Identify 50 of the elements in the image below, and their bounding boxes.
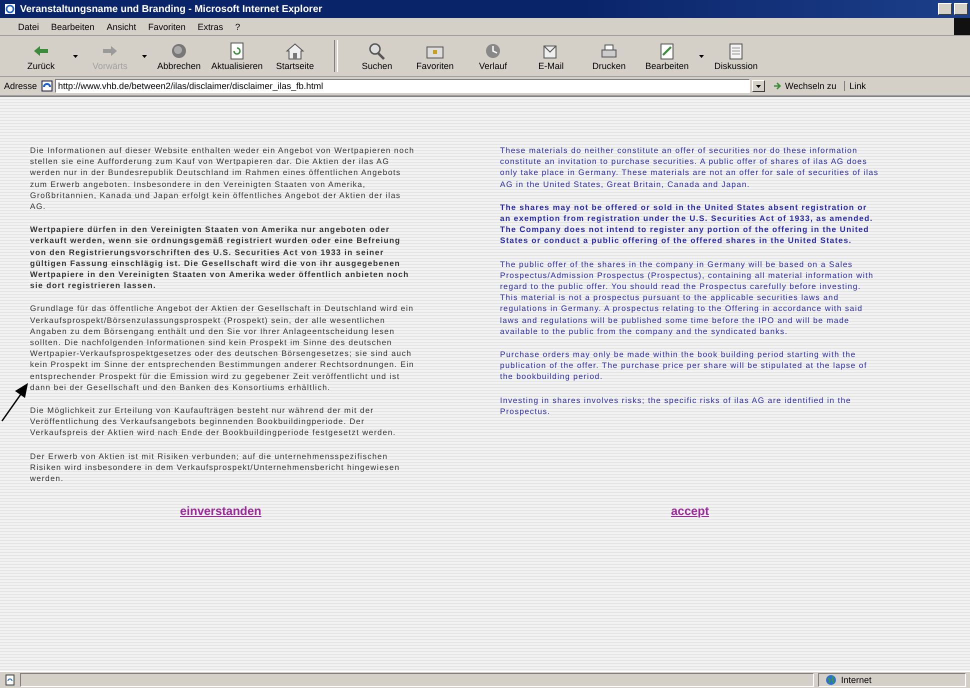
menu-item[interactable]: Ansicht: [106, 22, 136, 32]
paragraph: Wertpapiere dürfen in den Vereinigten Staaten von Amerika nur angeboten oder verkauft werden, wenn sie ordnungsgemäß registriert wurden oder eine Befreiung von den Registrierungsvorschriften des U.S. Securities Act von 1933 in seiner gültigen Fassung einschlägig ist. Die Gesellschaft wird die von ihr ausgegebenen Wertpapiere in den Vereinigten Staaten von Amerika weder öffentlich anbieten noch sie dort registrieren lassen.: [30, 224, 410, 292]
paragraph: Die Möglichkeit zur Erteilung von Kaufaufträgen besteht nur während der mit der Veröffentlichung des Verkaufsangebots beginnenden Bookbuildingperiode. Der Verkaufspreis der Aktien wird nach Ende der Bookbuildingperiode festgesetzt werden.: [30, 405, 397, 439]
toolbar-button[interactable]: Verlauf: [464, 36, 522, 76]
arrow-right-icon: [773, 81, 784, 91]
globe-icon: [825, 674, 837, 686]
toolbar-button[interactable]: E-Mail: [522, 36, 580, 76]
paragraph: The public offer of the shares in the company in Germany will be based on a Sales Prospectus/Admission Prospectus (Prospectus), containing all material information with regard to the public offer. You should read the Prospectus carefully before investing. This material is not a prospectus pursuant to the applicable securities laws and regulations in Germany. A prospectus relating to the Offering in accordance with said laws and regulations will be published some time before the IPO and will be made available to the public from the company and the syndicated banks.: [500, 258, 875, 338]
page-icon: [4, 674, 16, 686]
caret-icon: [73, 54, 78, 58]
menu-item[interactable]: Favoriten: [148, 22, 186, 32]
agree-link[interactable]: einverstanden: [180, 504, 262, 518]
paragraph: Die Informationen auf dieser Website enthalten weder ein Angebot von Wertpapieren noch stellen sie eine Aufforderung zum Kauf von Wertpapieren dar. Die Aktien der ilas AG werden nur in der Bundesrepublik Deutschland im Rahmen eines öffentlichen Angebots zum Erwerb angeboten. Insbesondere in den Vereinigten Staaten von Amerika, Großbritannien, Kanada und Japan erfolgt kein öffentliches Angebot der Aktien der ilas AG.: [30, 145, 415, 212]
paragraph: Der Erwerb von Aktien ist mit Risiken verbunden; auf die unternehmensspezifischen Risiken wird insbesondere in dem Verkaufsprospekt/Unternehmensbericht hingewiesen werden.: [30, 450, 401, 484]
toolbar-button[interactable]: Drucken: [580, 36, 638, 76]
menu-item[interactable]: ?: [235, 22, 240, 32]
address-label: Adresse: [4, 81, 38, 91]
menu-item[interactable]: Bearbeiten: [51, 22, 95, 32]
caret-icon: [756, 84, 762, 88]
window-title: Veranstaltungsname und Branding - Microsoft Internet Explorer: [20, 4, 324, 14]
caret-icon: [142, 54, 147, 58]
paragraph: Purchase orders may only be made within the book building period starting with the publication of the offer. The purchase price per share will be stipulated at the lapse of the bookbuilding period.: [500, 349, 868, 383]
page-icon: [41, 80, 54, 92]
toolbar-button[interactable]: Bearbeiten: [638, 36, 696, 76]
arrow-annotation: [1, 382, 29, 422]
toolbar-button[interactable]: Suchen: [348, 36, 406, 76]
go-button[interactable]: Wechseln zu: [769, 81, 840, 91]
browser-icon: [4, 3, 16, 15]
paragraph: These materials do neither constitute an offer of securities nor do these information constitute an invitation to purchase securities. A public offer of shares of ilas AG does only take place in Germany. These materials are not an offer for sale of securities of ilas AG in the United States, Great Britain, Canada and Japan.: [500, 145, 880, 190]
paragraph: The shares may not be offered or sold in the United States absent registration or an exemption from registration under the U.S. Securities Act of 1933, as amended. The Company does not intend to register any portion of the offering in the United States or conduct a public offering of the offered shares in the United States.: [500, 202, 874, 247]
minimize-button[interactable]: [938, 3, 952, 15]
dropdown-button[interactable]: [752, 80, 766, 92]
paragraph: Investing in shares involves risks; the specific risks of ilas AG are identified in the Prospectus.: [500, 394, 852, 418]
maximize-button[interactable]: [954, 3, 968, 15]
toolbar-button[interactable]: Startseite: [266, 36, 324, 76]
toolbar-button[interactable]: Aktualisieren: [208, 36, 266, 76]
accept-link[interactable]: accept: [670, 504, 710, 518]
paragraph: Grundlage für das öffentliche Angebot der Aktien der Gesellschaft in Deutschland wird ein Verkaufsprospekt/Börsenzulassungsprospekt (Prospekt) sein, der alle wesentlichen Angaben zu dem Börsengang enthält und den Sie vor Ihrer Anlageentscheidung lesen sollten. Die nachfolgenden Informationen sind kein Prospekt im Sinne des deutschen Wertpapier-Verkaufsprospektgesetzes oder des deutschen Börsengesetzes; sie sind auch kein Prospekt im Sinne der entsprechenden Bestimmungen anderer Rechtsordnungen. Ein entsprechender Prospekt für die Emission wird zu gegebener Zeit veröffentlicht und ist dann bei der Gesellschaft und den Banken des Konsortiums erhältlich.: [30, 303, 415, 394]
toolbar-button[interactable]: Abbrechen: [150, 36, 208, 76]
caret-icon: [699, 54, 704, 58]
url-field[interactable]: http://www.vhb.de/between2/ilas/disclaimer/disclaimer_ilas_fb.html: [55, 79, 750, 93]
toolbar-button[interactable]: Diskussion: [707, 36, 765, 76]
toolbar-button[interactable]: Favoriten: [406, 36, 464, 76]
menu-item[interactable]: Extras: [198, 22, 224, 32]
toolbar-button[interactable]: Zurück: [12, 36, 70, 76]
links-button[interactable]: Link: [844, 81, 866, 91]
security-zone-label: Internet: [841, 675, 872, 685]
menu-item[interactable]: Datei: [18, 22, 40, 32]
home-icon: [284, 41, 306, 61]
browser-logo-icon: [954, 18, 970, 35]
